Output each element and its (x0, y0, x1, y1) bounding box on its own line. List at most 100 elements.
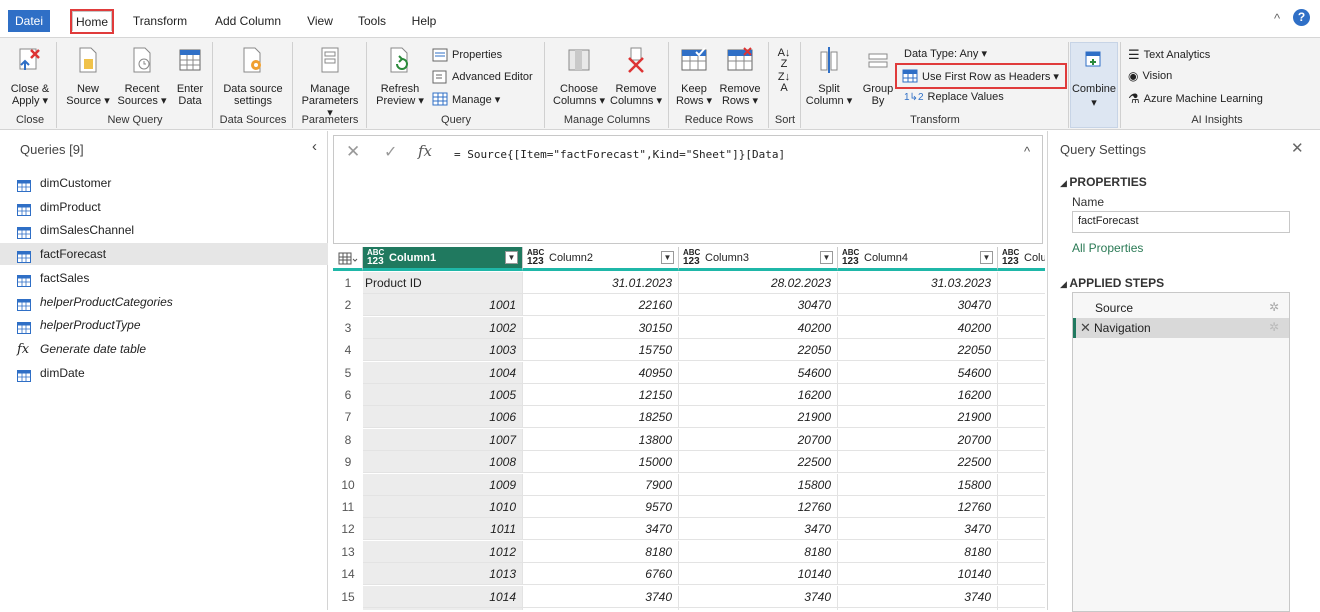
table-cell[interactable]: 1008 (363, 451, 523, 474)
properties-header[interactable]: ◢ PROPERTIES (1060, 175, 1147, 189)
column-header[interactable]: ABC 123 Column2 ▼ (523, 247, 679, 271)
all-properties-link[interactable]: All Properties (1072, 241, 1143, 255)
table-cell[interactable]: 30150 (523, 316, 679, 339)
table-cell[interactable]: 1002 (363, 316, 523, 339)
table-cell[interactable]: 16200 (679, 384, 838, 406)
table-cell[interactable]: 31.03.2023 (838, 272, 998, 294)
table-cell[interactable] (998, 406, 1045, 429)
row-number[interactable]: 10 (333, 478, 363, 492)
new-source-button[interactable]: New Source ▾ (66, 46, 110, 110)
table-cell[interactable] (998, 541, 1045, 563)
step-settings-gear-icon[interactable]: ✲ (1269, 320, 1279, 334)
column-header[interactable]: ABC 123 Column4 ▼ (838, 247, 998, 271)
row-number[interactable]: 4 (333, 343, 363, 357)
type-any-icon[interactable]: ABC 123 (1002, 248, 1019, 267)
row-number[interactable]: 1 (333, 276, 363, 290)
azure-ml-button[interactable]: ⚗ Azure Machine Learning (1128, 91, 1263, 107)
table-cell[interactable]: 1006 (363, 406, 523, 429)
table-cell[interactable]: 15750 (523, 339, 679, 362)
table-cell[interactable]: 12150 (523, 384, 679, 406)
properties-button[interactable]: Properties (432, 47, 502, 63)
type-any-icon[interactable]: ABC 123 (842, 248, 859, 267)
table-cell[interactable] (998, 272, 1045, 294)
table-cell[interactable] (998, 339, 1045, 362)
table-cell[interactable]: 1010 (363, 496, 523, 518)
table-cell[interactable]: 1007 (363, 428, 523, 451)
query-item[interactable]: factSales (0, 267, 328, 289)
column-header[interactable]: ABC 123 Column1 ▼ (363, 247, 523, 271)
table-cell[interactable]: 20700 (838, 428, 998, 451)
remove-rows-button[interactable]: Remove Rows ▾ (716, 46, 764, 110)
table-cell[interactable]: 54600 (679, 361, 838, 384)
table-cell[interactable]: 21900 (838, 406, 998, 429)
tab-file[interactable]: Datei (8, 10, 50, 32)
table-cell[interactable]: 12760 (838, 496, 998, 518)
query-item[interactable]: dimDate (0, 362, 328, 384)
table-cell[interactable]: 15800 (838, 473, 998, 496)
table-cell[interactable] (998, 518, 1045, 541)
table-cell[interactable]: 12760 (679, 496, 838, 518)
remove-columns-button[interactable]: Remove Columns ▾ (608, 46, 664, 110)
row-number[interactable]: 6 (333, 388, 363, 402)
filter-dropdown-icon[interactable]: ▼ (505, 251, 518, 264)
table-cell[interactable]: 7900 (523, 473, 679, 496)
table-cell[interactable]: 9570 (523, 496, 679, 518)
table-cell[interactable]: Product ID (363, 272, 523, 294)
table-cell[interactable]: 3740 (679, 585, 838, 608)
query-item[interactable]: factForecast (0, 243, 328, 266)
table-cell[interactable]: 40200 (838, 316, 998, 339)
help-icon[interactable]: ? (1293, 9, 1310, 26)
query-item[interactable]: helperProductCategories (0, 291, 328, 313)
recent-sources-button[interactable]: Recent Sources ▾ (116, 46, 168, 110)
tab-transform[interactable]: Transform (128, 11, 192, 31)
type-any-icon[interactable]: ABC 123 (683, 248, 700, 267)
table-cell[interactable]: 31.01.2023 (523, 272, 679, 294)
row-number[interactable]: 15 (333, 590, 363, 604)
query-item[interactable]: dimSalesChannel (0, 219, 328, 241)
row-number[interactable]: 13 (333, 545, 363, 559)
type-any-icon[interactable]: ABC 123 (367, 248, 384, 267)
table-cell[interactable]: 1011 (363, 518, 523, 541)
table-cell[interactable]: 6760 (523, 563, 679, 586)
text-analytics-button[interactable]: ☰ Text Analytics (1128, 47, 1210, 63)
row-number[interactable]: 9 (333, 455, 363, 469)
refresh-preview-button[interactable]: Refresh Preview ▾ (372, 46, 428, 110)
filter-dropdown-icon[interactable]: ▼ (661, 251, 674, 264)
row-number[interactable]: 2 (333, 298, 363, 312)
cancel-formula-icon[interactable]: ✕ (346, 142, 360, 162)
table-menu-button[interactable] (333, 247, 363, 271)
tab-home[interactable]: Home (72, 11, 112, 31)
table-cell[interactable]: 3470 (838, 518, 998, 541)
table-cell[interactable]: 15800 (679, 473, 838, 496)
table-cell[interactable]: 20700 (679, 428, 838, 451)
collapse-formula-icon[interactable]: ^ (1024, 144, 1030, 159)
choose-columns-button[interactable]: Choose Columns ▾ (552, 46, 606, 110)
keep-rows-button[interactable]: Keep Rows ▾ (674, 46, 714, 110)
confirm-formula-icon[interactable]: ✓ (384, 142, 397, 162)
table-cell[interactable]: 40950 (523, 361, 679, 384)
row-number[interactable]: 14 (333, 567, 363, 581)
step-source[interactable]: Source ✲ (1073, 298, 1289, 318)
table-cell[interactable]: 3470 (523, 518, 679, 541)
table-cell[interactable]: 1013 (363, 563, 523, 586)
data-source-settings-button[interactable]: Data source settings (218, 46, 288, 110)
group-by-button[interactable]: Group By (856, 46, 900, 110)
row-number[interactable]: 12 (333, 522, 363, 536)
advanced-editor-button[interactable]: Advanced Editor (432, 69, 533, 85)
table-cell[interactable]: 40200 (679, 316, 838, 339)
replace-values-button[interactable]: 1↳2 Replace Values (904, 91, 1004, 103)
tab-tools[interactable]: Tools (352, 11, 392, 31)
step-navigation[interactable]: ✕ Navigation ✲ (1073, 318, 1289, 338)
collapse-queries-icon[interactable]: ‹ (312, 138, 317, 155)
query-item[interactable]: dimCustomer (0, 172, 328, 194)
table-cell[interactable] (998, 586, 1045, 608)
table-cell[interactable]: 3740 (523, 585, 679, 608)
column-header[interactable]: ABC 123 Colu (998, 247, 1045, 271)
filter-dropdown-icon[interactable]: ▼ (980, 251, 993, 264)
row-number[interactable]: 11 (333, 500, 363, 514)
table-cell[interactable]: 10140 (838, 563, 998, 586)
tab-add-column[interactable]: Add Column (208, 11, 288, 31)
query-item[interactable]: fx Generate date table (0, 338, 328, 360)
table-cell[interactable] (998, 451, 1045, 474)
table-cell[interactable] (998, 563, 1045, 586)
